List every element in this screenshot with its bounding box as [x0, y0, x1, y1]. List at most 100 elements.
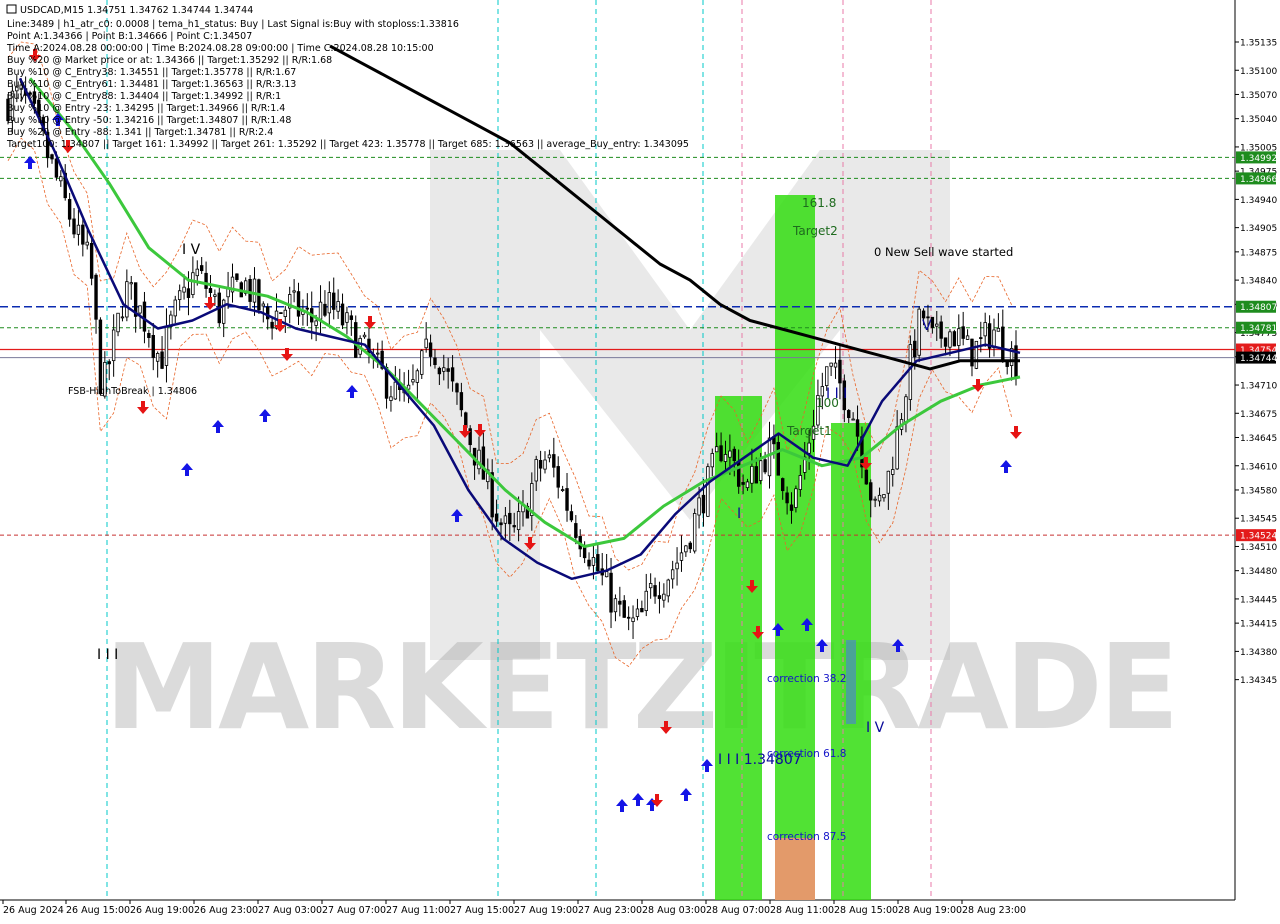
- candle-body: [411, 379, 415, 383]
- y-tick-label: 1.34445: [1240, 595, 1277, 605]
- candle-body: [437, 367, 442, 375]
- candle-body: [873, 498, 877, 501]
- y-tick-label: 1.34545: [1240, 515, 1277, 525]
- candle-body: [393, 381, 398, 400]
- candle-body: [508, 512, 512, 525]
- candle-body: [794, 488, 798, 508]
- candle: [420, 349, 424, 380]
- y-tick-label: 1.34415: [1240, 620, 1277, 630]
- candle-body: [684, 545, 688, 553]
- wave-label-iii: I I I: [97, 647, 118, 663]
- target2-label: Target2: [792, 224, 838, 238]
- candle-body: [111, 329, 116, 362]
- candle-body: [72, 218, 76, 235]
- fib-100-label: 100: [816, 396, 839, 410]
- candle-body: [697, 497, 701, 516]
- candle-body: [560, 489, 565, 492]
- candle-body: [640, 608, 644, 613]
- candle-body: [221, 299, 226, 324]
- candle-body: [151, 335, 155, 358]
- candle-body: [935, 323, 939, 327]
- candle-body: [318, 301, 323, 320]
- candle-body: [706, 466, 710, 517]
- info-line-8: Buy %10 @ Entry -23: 1.34295 || Target:1…: [7, 103, 285, 114]
- y-tick-label: 1.34345: [1240, 676, 1277, 686]
- candle: [908, 335, 913, 411]
- candle-body: [983, 322, 987, 337]
- candle-body: [173, 299, 177, 317]
- candle-body: [195, 268, 199, 277]
- fsb-high-label: FSB-HighToBreak | 1.34806: [68, 386, 197, 397]
- candle-body: [961, 326, 965, 339]
- candle-body: [420, 350, 424, 375]
- info-line-4: Buy %20 @ Market price or at: 1.34366 ||…: [7, 55, 332, 66]
- candle-body: [992, 329, 996, 348]
- candle-body: [776, 441, 781, 476]
- candle-body: [389, 396, 393, 401]
- info-line-9: Buy %10 @ Entry -50: 1.34216 || Target:1…: [7, 115, 291, 126]
- price-tag-label: 1.34744: [1240, 354, 1277, 364]
- symbol-line: USDCAD,M15 1.34751 1.34762 1.34744 1.347…: [20, 5, 253, 16]
- price-tag-label: 1.34966: [1240, 175, 1277, 185]
- x-tick-label: 26 Aug 15:00: [66, 905, 130, 916]
- x-tick-label: 28 Aug 07:00: [706, 905, 770, 916]
- candle-body: [433, 357, 437, 366]
- candle-body: [261, 303, 266, 307]
- y-tick-label: 1.34510: [1240, 543, 1277, 553]
- new-sell-wave-label: 0 New Sell wave started: [874, 245, 1013, 259]
- correction-87-label: correction 87.5: [767, 831, 846, 843]
- price-chart[interactable]: MARKETZITRADE 1.35135 1.35100 1.35070 1.350…: [0, 0, 1280, 920]
- price-tag-label: 1.34807: [1240, 303, 1277, 313]
- candle-body: [340, 303, 345, 326]
- candle-body: [160, 351, 164, 369]
- candle-body: [204, 272, 208, 289]
- x-tick-label: 27 Aug 07:00: [322, 905, 386, 916]
- candle-body: [94, 274, 98, 320]
- candle-body: [547, 454, 552, 459]
- candle-body: [199, 265, 204, 272]
- candle-body: [50, 154, 54, 160]
- x-tick-label: 27 Aug 15:00: [450, 905, 514, 916]
- correction-38-label: correction 38.2: [767, 673, 846, 685]
- blue-zone: [846, 640, 856, 724]
- candle-body: [459, 392, 464, 411]
- candle-body: [323, 303, 327, 316]
- info-line-1: Line:3489 | h1_atr_c0: 0.0008 | tema_h1_…: [7, 19, 459, 30]
- candle-body: [120, 316, 125, 319]
- candle-body: [622, 600, 626, 618]
- candle-body: [305, 307, 310, 310]
- candle-body: [877, 494, 882, 502]
- candle-body: [895, 426, 899, 470]
- candle-body: [745, 481, 750, 489]
- x-tick-label: 28 Aug 11:00: [770, 905, 834, 916]
- price-tag-label: 1.34781: [1240, 324, 1277, 334]
- candle-body: [829, 362, 833, 367]
- x-tick-label: 26 Aug 2024: [3, 905, 64, 916]
- candle-body: [252, 278, 257, 303]
- candle-body: [886, 470, 891, 494]
- candle-body: [943, 337, 948, 347]
- candle-body: [781, 478, 785, 492]
- y-tick-label: 1.34875: [1240, 248, 1277, 258]
- candle-body: [996, 327, 1001, 332]
- candle: [279, 312, 283, 314]
- candle-body: [213, 294, 217, 297]
- candle-body: [913, 340, 917, 358]
- x-tick-label: 26 Aug 19:00: [130, 905, 194, 916]
- candle-body: [76, 224, 81, 235]
- y-tick-label: 1.35135: [1240, 39, 1277, 49]
- candle-body: [732, 448, 736, 462]
- candle-body: [952, 331, 957, 347]
- green-zone-2: [775, 195, 815, 900]
- candle-body: [692, 513, 697, 552]
- candle-body: [785, 492, 789, 504]
- candle-body: [657, 595, 662, 599]
- candle-body: [666, 579, 670, 597]
- y-tick-label: 1.35040: [1240, 115, 1277, 125]
- info-line-6: Buy %10 @ C_Entry61: 1.34481 || Target:1…: [7, 79, 296, 90]
- candle-body: [917, 308, 921, 356]
- y-tick-label: 1.34710: [1240, 382, 1277, 392]
- candle-body: [1001, 326, 1005, 360]
- candle: [257, 278, 261, 314]
- candle-body: [754, 466, 758, 484]
